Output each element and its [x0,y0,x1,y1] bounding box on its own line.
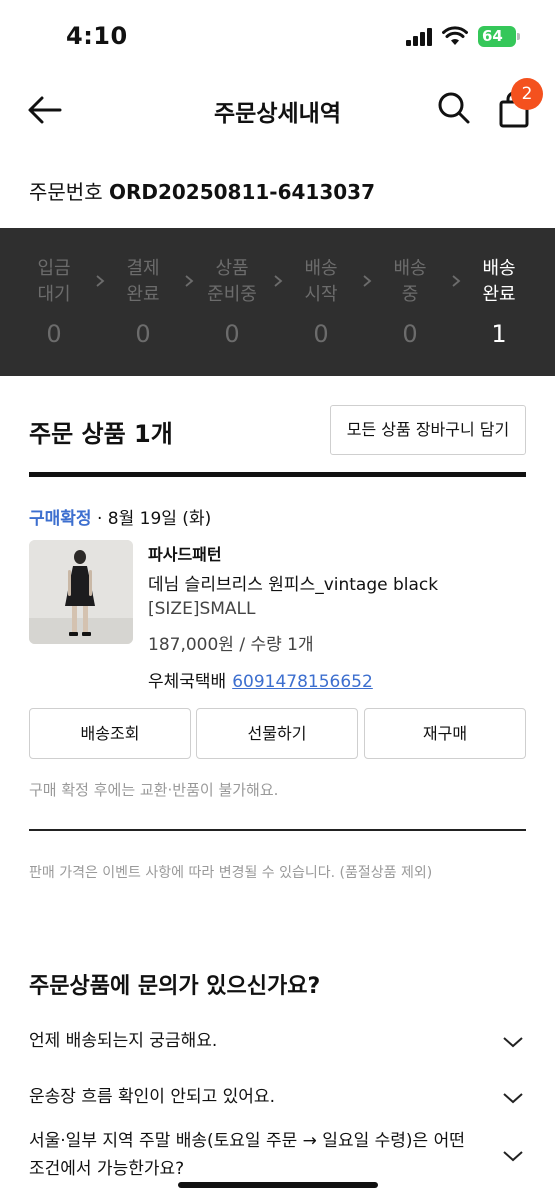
product-price-quantity: 187,000원 / 수량 1개 [148,635,314,655]
purchase-confirmed-label: 구매확정 [29,509,92,529]
product-name[interactable]: 데님 슬리브리스 원피스_vintage black [148,570,438,595]
product-option: [SIZE]SMALL [148,599,256,619]
track-delivery-button[interactable]: 배송조회 [29,708,191,759]
step-in-transit: 배송 중 0 [375,256,445,348]
cellular-signal-icon [406,28,434,46]
product-brand[interactable]: 파사드패턴 [148,541,222,565]
step-count: 0 [46,320,62,348]
faq-question: 운송장 흐름 확인이 안되고 있어요. [29,1087,275,1107]
section-divider [29,472,526,477]
chevron-right-icon [185,275,194,287]
home-indicator [178,1182,378,1188]
battery-icon: 64 [478,26,520,47]
order-number-value: ORD20250811-6413037 [108,180,376,204]
step-preparing: 상품 준비중 0 [197,256,267,348]
status-time: 4:10 [66,22,128,50]
chevron-down-icon [503,1151,523,1162]
order-progress-tracker: 입금 대기 0 결제 완료 0 상품 준비중 0 배송 시작 0 배송 중 0 … [0,228,555,376]
faq-item[interactable]: 언제 배송되는지 궁금해요. [29,1027,526,1055]
tracking-number-link[interactable]: 6091478156652 [232,672,373,692]
search-icon[interactable] [436,90,472,126]
step-label: 입금 대기 [37,258,71,305]
chevron-down-icon [503,1037,523,1048]
cart-count-badge: 2 [511,78,543,110]
chevron-right-icon [452,275,461,287]
wifi-icon [442,26,468,45]
faq-item[interactable]: 운송장 흐름 확인이 안되고 있어요. [29,1083,526,1111]
step-count: 0 [135,320,151,348]
step-shipping-started: 배송 시작 0 [286,256,356,348]
step-deposit-pending: 입금 대기 0 [19,256,89,348]
step-label: 배송 완료 [482,258,516,305]
reorder-button[interactable]: 재구매 [364,708,526,759]
step-count: 0 [224,320,240,348]
chevron-right-icon [96,275,105,287]
order-number-label: 주문번호 [29,180,103,204]
ordered-products-title: 주문 상품 1개 [29,420,173,448]
status-bar: 4:10 64 [0,0,555,72]
price-change-notice: 판매 가격은 이벤트 사항에 따라 변경될 수 있습니다. (품절상품 제외) [29,865,433,881]
step-count: 0 [402,320,418,348]
faq-question: 서울·일부 지역 주말 배송(토요일 주문 → 일요일 수령)은 어떤 조건에서… [29,1131,465,1179]
product-image [29,540,133,644]
battery-level: 64 [482,27,503,45]
divider [29,829,526,831]
add-all-to-cart-button[interactable]: 모든 상품 장바구니 담기 [330,405,526,455]
faq-item[interactable]: 서울·일부 지역 주말 배송(토요일 주문 → 일요일 수령)은 어떤 조건에서… [29,1127,526,1183]
step-label: 결제 완료 [126,258,160,305]
step-count: 0 [313,320,329,348]
purchase-status: 구매확정 · 8월 19일 (화) [29,504,211,529]
chevron-right-icon [363,275,372,287]
courier-info: 우체국택배 6091478156652 [148,667,373,692]
send-gift-button[interactable]: 선물하기 [196,708,358,759]
chevron-right-icon [274,275,283,287]
step-label: 배송 시작 [304,258,338,305]
step-label: 상품 준비중 [207,258,257,305]
courier-name: 우체국택배 [148,672,227,692]
product-thumbnail[interactable] [29,540,133,644]
order-number: 주문번호 ORD20250811-6413037 [29,176,375,205]
faq-title: 주문상품에 문의가 있으신가요? [29,974,321,999]
app-header: 주문상세내역 [0,72,555,148]
step-delivered: 배송 완료 1 [464,256,534,348]
step-payment-complete: 결제 완료 0 [108,256,178,348]
no-return-notice: 구매 확정 후에는 교환·반품이 불가해요. [29,781,279,799]
chevron-down-icon [503,1093,523,1104]
faq-question: 언제 배송되는지 궁금해요. [29,1031,218,1051]
step-label: 배송 중 [393,258,427,305]
purchase-date: · 8월 19일 (화) [91,509,212,529]
step-count: 1 [491,320,507,348]
